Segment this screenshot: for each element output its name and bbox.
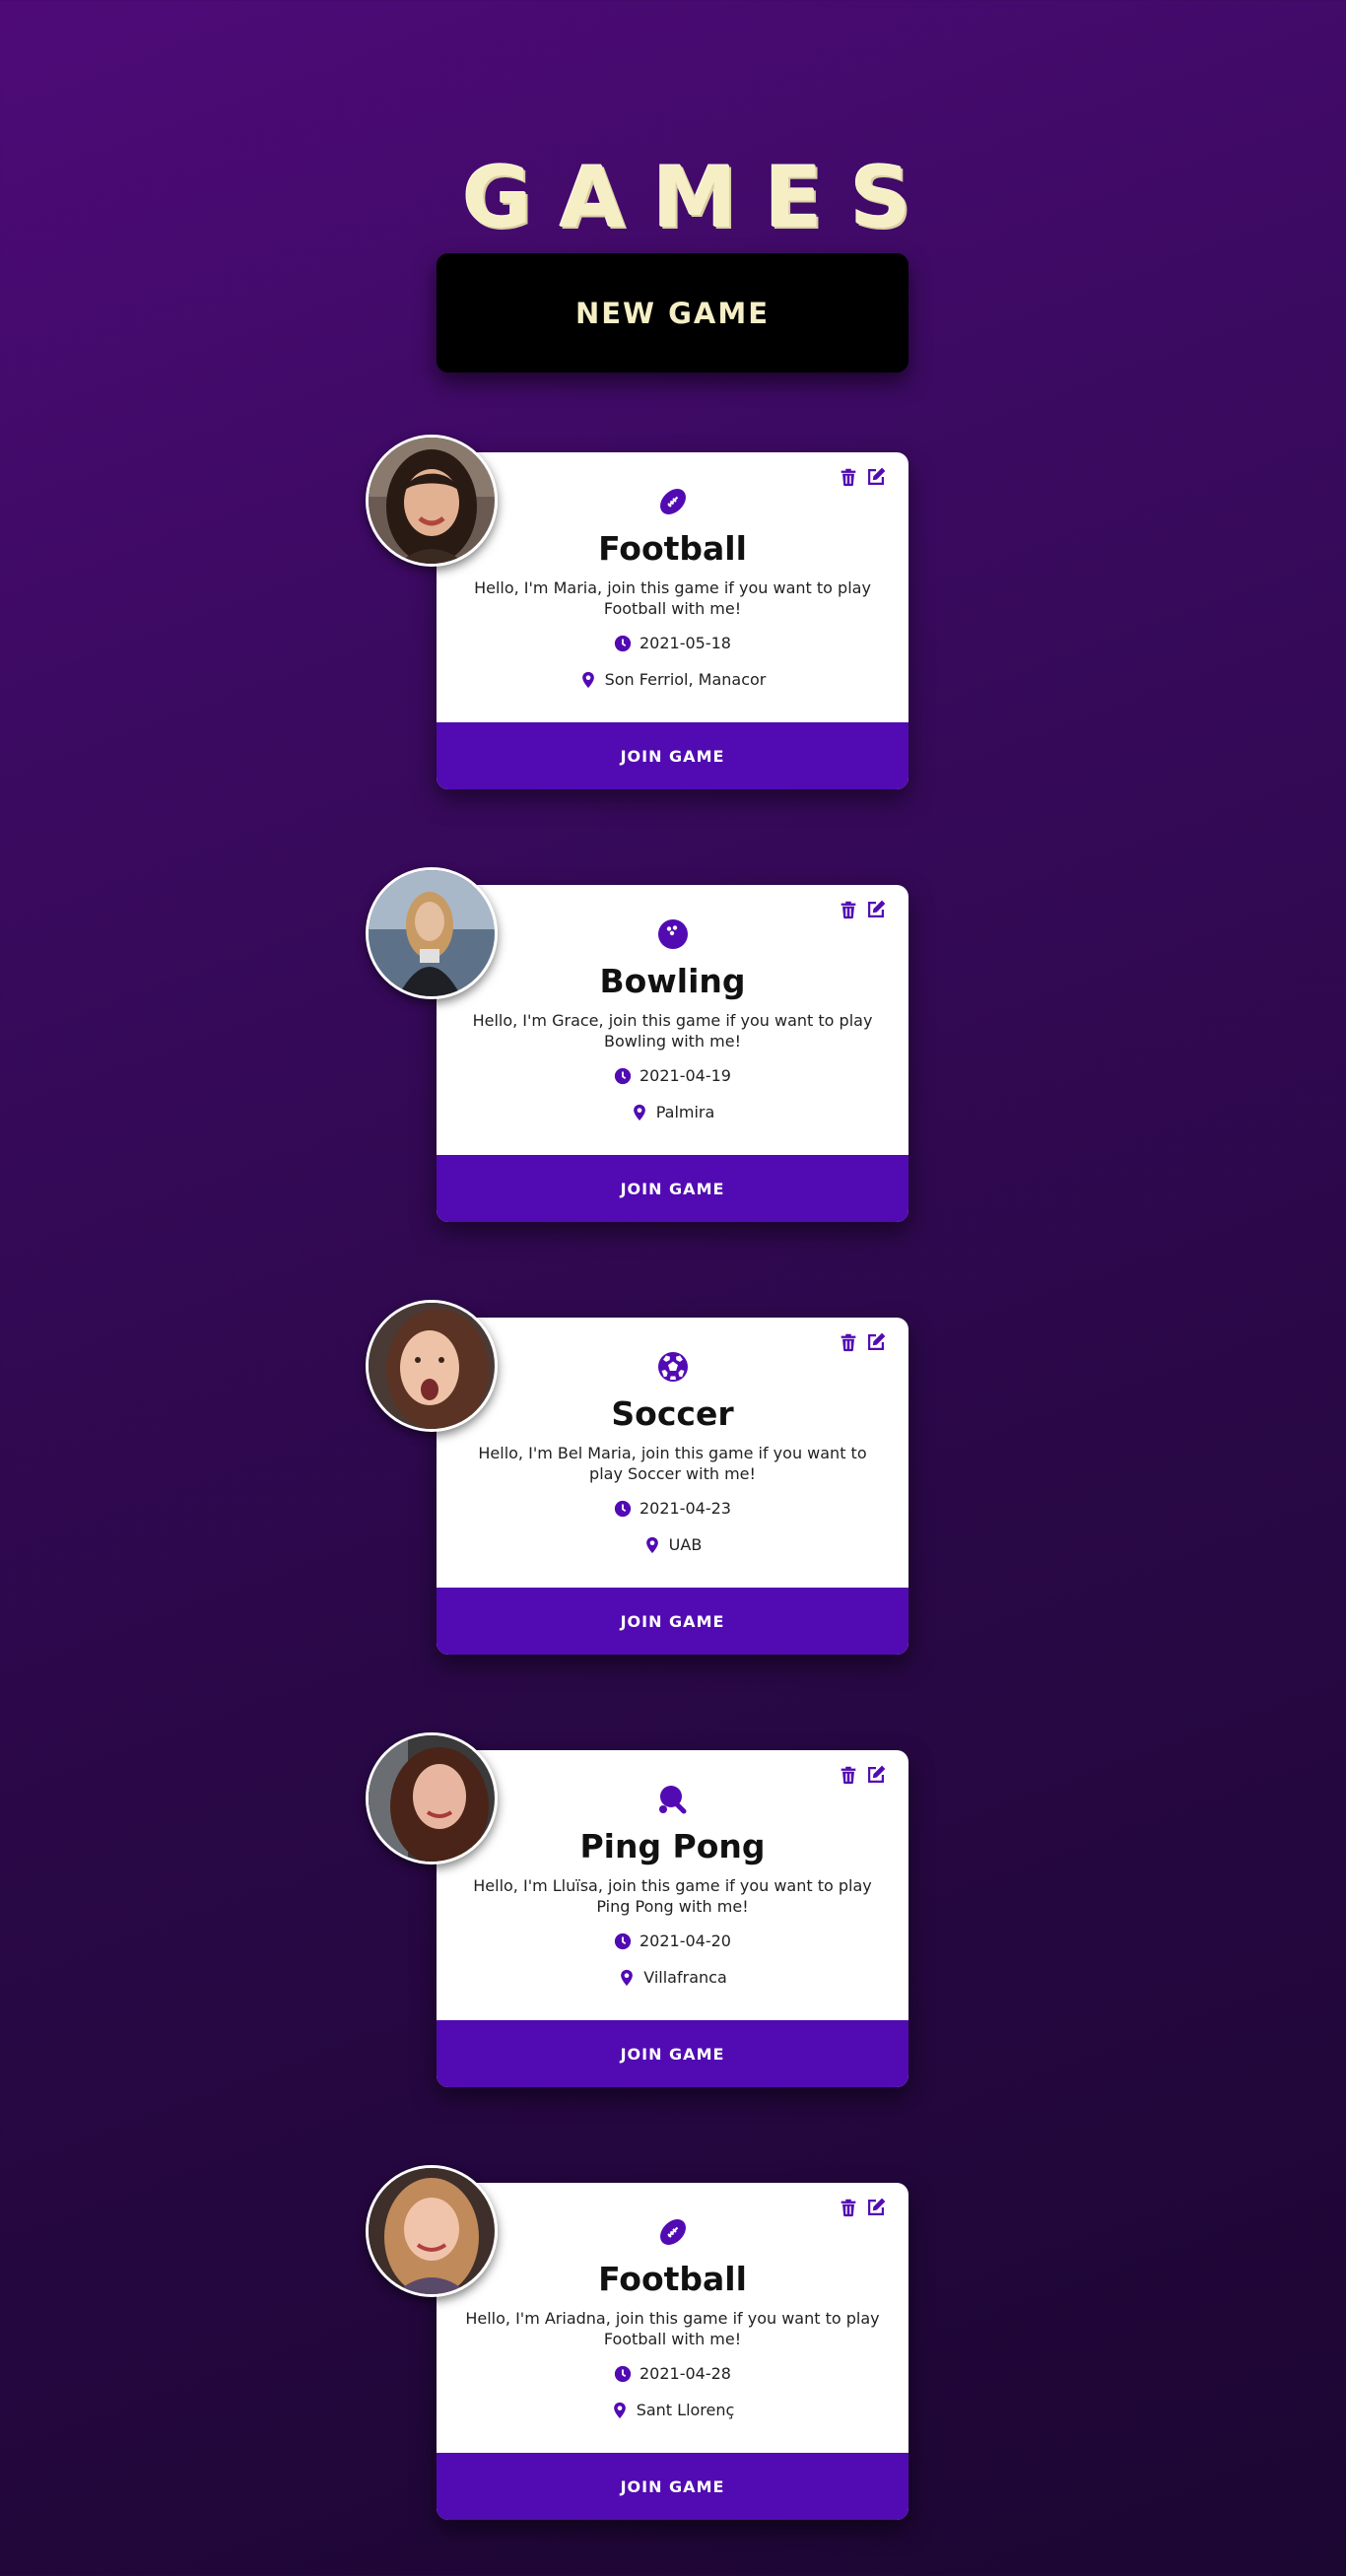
game-location-row: Villafranca <box>437 1968 909 1987</box>
game-date: 2021-05-18 <box>639 634 731 652</box>
game-date: 2021-04-19 <box>639 1066 731 1085</box>
game-location-row: Son Ferriol, Manacor <box>437 670 909 689</box>
game-card-body: Ping Pong Hello, I'm Lluïsa, join this g… <box>437 1750 909 2020</box>
trash-icon[interactable] <box>838 1764 859 1786</box>
map-pin-icon <box>581 671 594 688</box>
game-card: Bowling Hello, I'm Grace, join this game… <box>437 885 909 1222</box>
edit-icon[interactable] <box>865 899 887 920</box>
game-date-row: 2021-04-20 <box>437 1932 909 1950</box>
clock-icon <box>614 1932 632 1949</box>
game-location-row: Sant Llorenç <box>437 2401 909 2419</box>
clock-icon <box>614 635 632 651</box>
game-description: Hello, I'm Bel Maria, join this game if … <box>478 1444 867 1483</box>
join-game-button[interactable]: JOIN GAME <box>437 2453 909 2520</box>
game-date-row: 2021-04-23 <box>437 1499 909 1518</box>
game-date-row: 2021-04-19 <box>437 1066 909 1085</box>
game-date-row: 2021-05-18 <box>437 634 909 652</box>
avatar <box>366 1300 498 1432</box>
card-actions <box>838 1764 887 1786</box>
map-pin-icon <box>621 1969 634 1986</box>
game-date: 2021-04-23 <box>639 1499 731 1518</box>
game-location: UAB <box>668 1535 703 1554</box>
game-card-body: Soccer Hello, I'm Bel Maria, join this g… <box>437 1318 909 1588</box>
bowling-ball-icon <box>658 919 688 949</box>
edit-icon[interactable] <box>865 466 887 488</box>
game-location: Sant Llorenç <box>636 2401 735 2419</box>
avatar <box>366 1732 498 1864</box>
game-sport-title: Football <box>598 529 747 568</box>
game-sport-title: Football <box>598 2260 747 2298</box>
ping-pong-icon <box>659 1786 687 1814</box>
game-sport-title: Soccer <box>611 1394 734 1433</box>
trash-icon[interactable] <box>838 466 859 488</box>
join-game-button[interactable]: JOIN GAME <box>437 722 909 789</box>
game-card: Soccer Hello, I'm Bel Maria, join this g… <box>437 1318 909 1655</box>
clock-icon <box>614 1067 632 1084</box>
game-location: Palmira <box>655 1103 715 1121</box>
map-pin-icon <box>633 1104 645 1120</box>
game-date: 2021-04-20 <box>639 1932 731 1950</box>
game-date-row: 2021-04-28 <box>437 2364 909 2383</box>
card-actions <box>838 466 887 488</box>
new-game-button[interactable]: NEW GAME <box>437 253 909 373</box>
game-card-body: Bowling Hello, I'm Grace, join this game… <box>437 885 909 1155</box>
avatar <box>366 435 498 567</box>
trash-icon[interactable] <box>838 899 859 920</box>
game-location: Villafranca <box>643 1968 727 1987</box>
clock-icon <box>614 2365 632 2382</box>
card-actions <box>838 2197 887 2218</box>
page-title: GAMES <box>462 148 939 247</box>
card-actions <box>838 899 887 920</box>
game-date: 2021-04-28 <box>639 2364 731 2383</box>
game-card: Football Hello, I'm Maria, join this gam… <box>437 452 909 789</box>
game-sport-title: Bowling <box>599 962 746 1000</box>
game-card-body: Football Hello, I'm Maria, join this gam… <box>437 452 909 722</box>
avatar <box>366 2165 498 2297</box>
card-actions <box>838 1331 887 1353</box>
trash-icon[interactable] <box>838 2197 859 2218</box>
game-location-row: UAB <box>437 1535 909 1554</box>
game-description: Hello, I'm Ariadna, join this game if yo… <box>465 2309 880 2348</box>
football-icon <box>660 2219 686 2245</box>
game-sport-title: Ping Pong <box>579 1827 766 1865</box>
game-card: Ping Pong Hello, I'm Lluïsa, join this g… <box>437 1750 909 2087</box>
football-icon <box>660 489 686 514</box>
join-game-button[interactable]: JOIN GAME <box>437 1155 909 1222</box>
game-card: Football Hello, I'm Ariadna, join this g… <box>437 2183 909 2520</box>
map-pin-icon <box>645 1536 658 1553</box>
edit-icon[interactable] <box>865 2197 887 2218</box>
game-description: Hello, I'm Grace, join this game if you … <box>472 1011 873 1051</box>
join-game-button[interactable]: JOIN GAME <box>437 2020 909 2087</box>
edit-icon[interactable] <box>865 1764 887 1786</box>
join-game-button[interactable]: JOIN GAME <box>437 1588 909 1655</box>
game-description: Hello, I'm Maria, join this game if you … <box>474 578 871 618</box>
trash-icon[interactable] <box>838 1331 859 1353</box>
map-pin-icon <box>613 2402 626 2418</box>
game-card-body: Football Hello, I'm Ariadna, join this g… <box>437 2183 909 2453</box>
soccer-ball-icon <box>658 1352 688 1382</box>
edit-icon[interactable] <box>865 1331 887 1353</box>
avatar <box>366 867 498 999</box>
game-location: Son Ferriol, Manacor <box>604 670 767 689</box>
game-description: Hello, I'm Lluïsa, join this game if you… <box>473 1876 872 1916</box>
clock-icon <box>614 1500 632 1517</box>
game-location-row: Palmira <box>437 1103 909 1121</box>
